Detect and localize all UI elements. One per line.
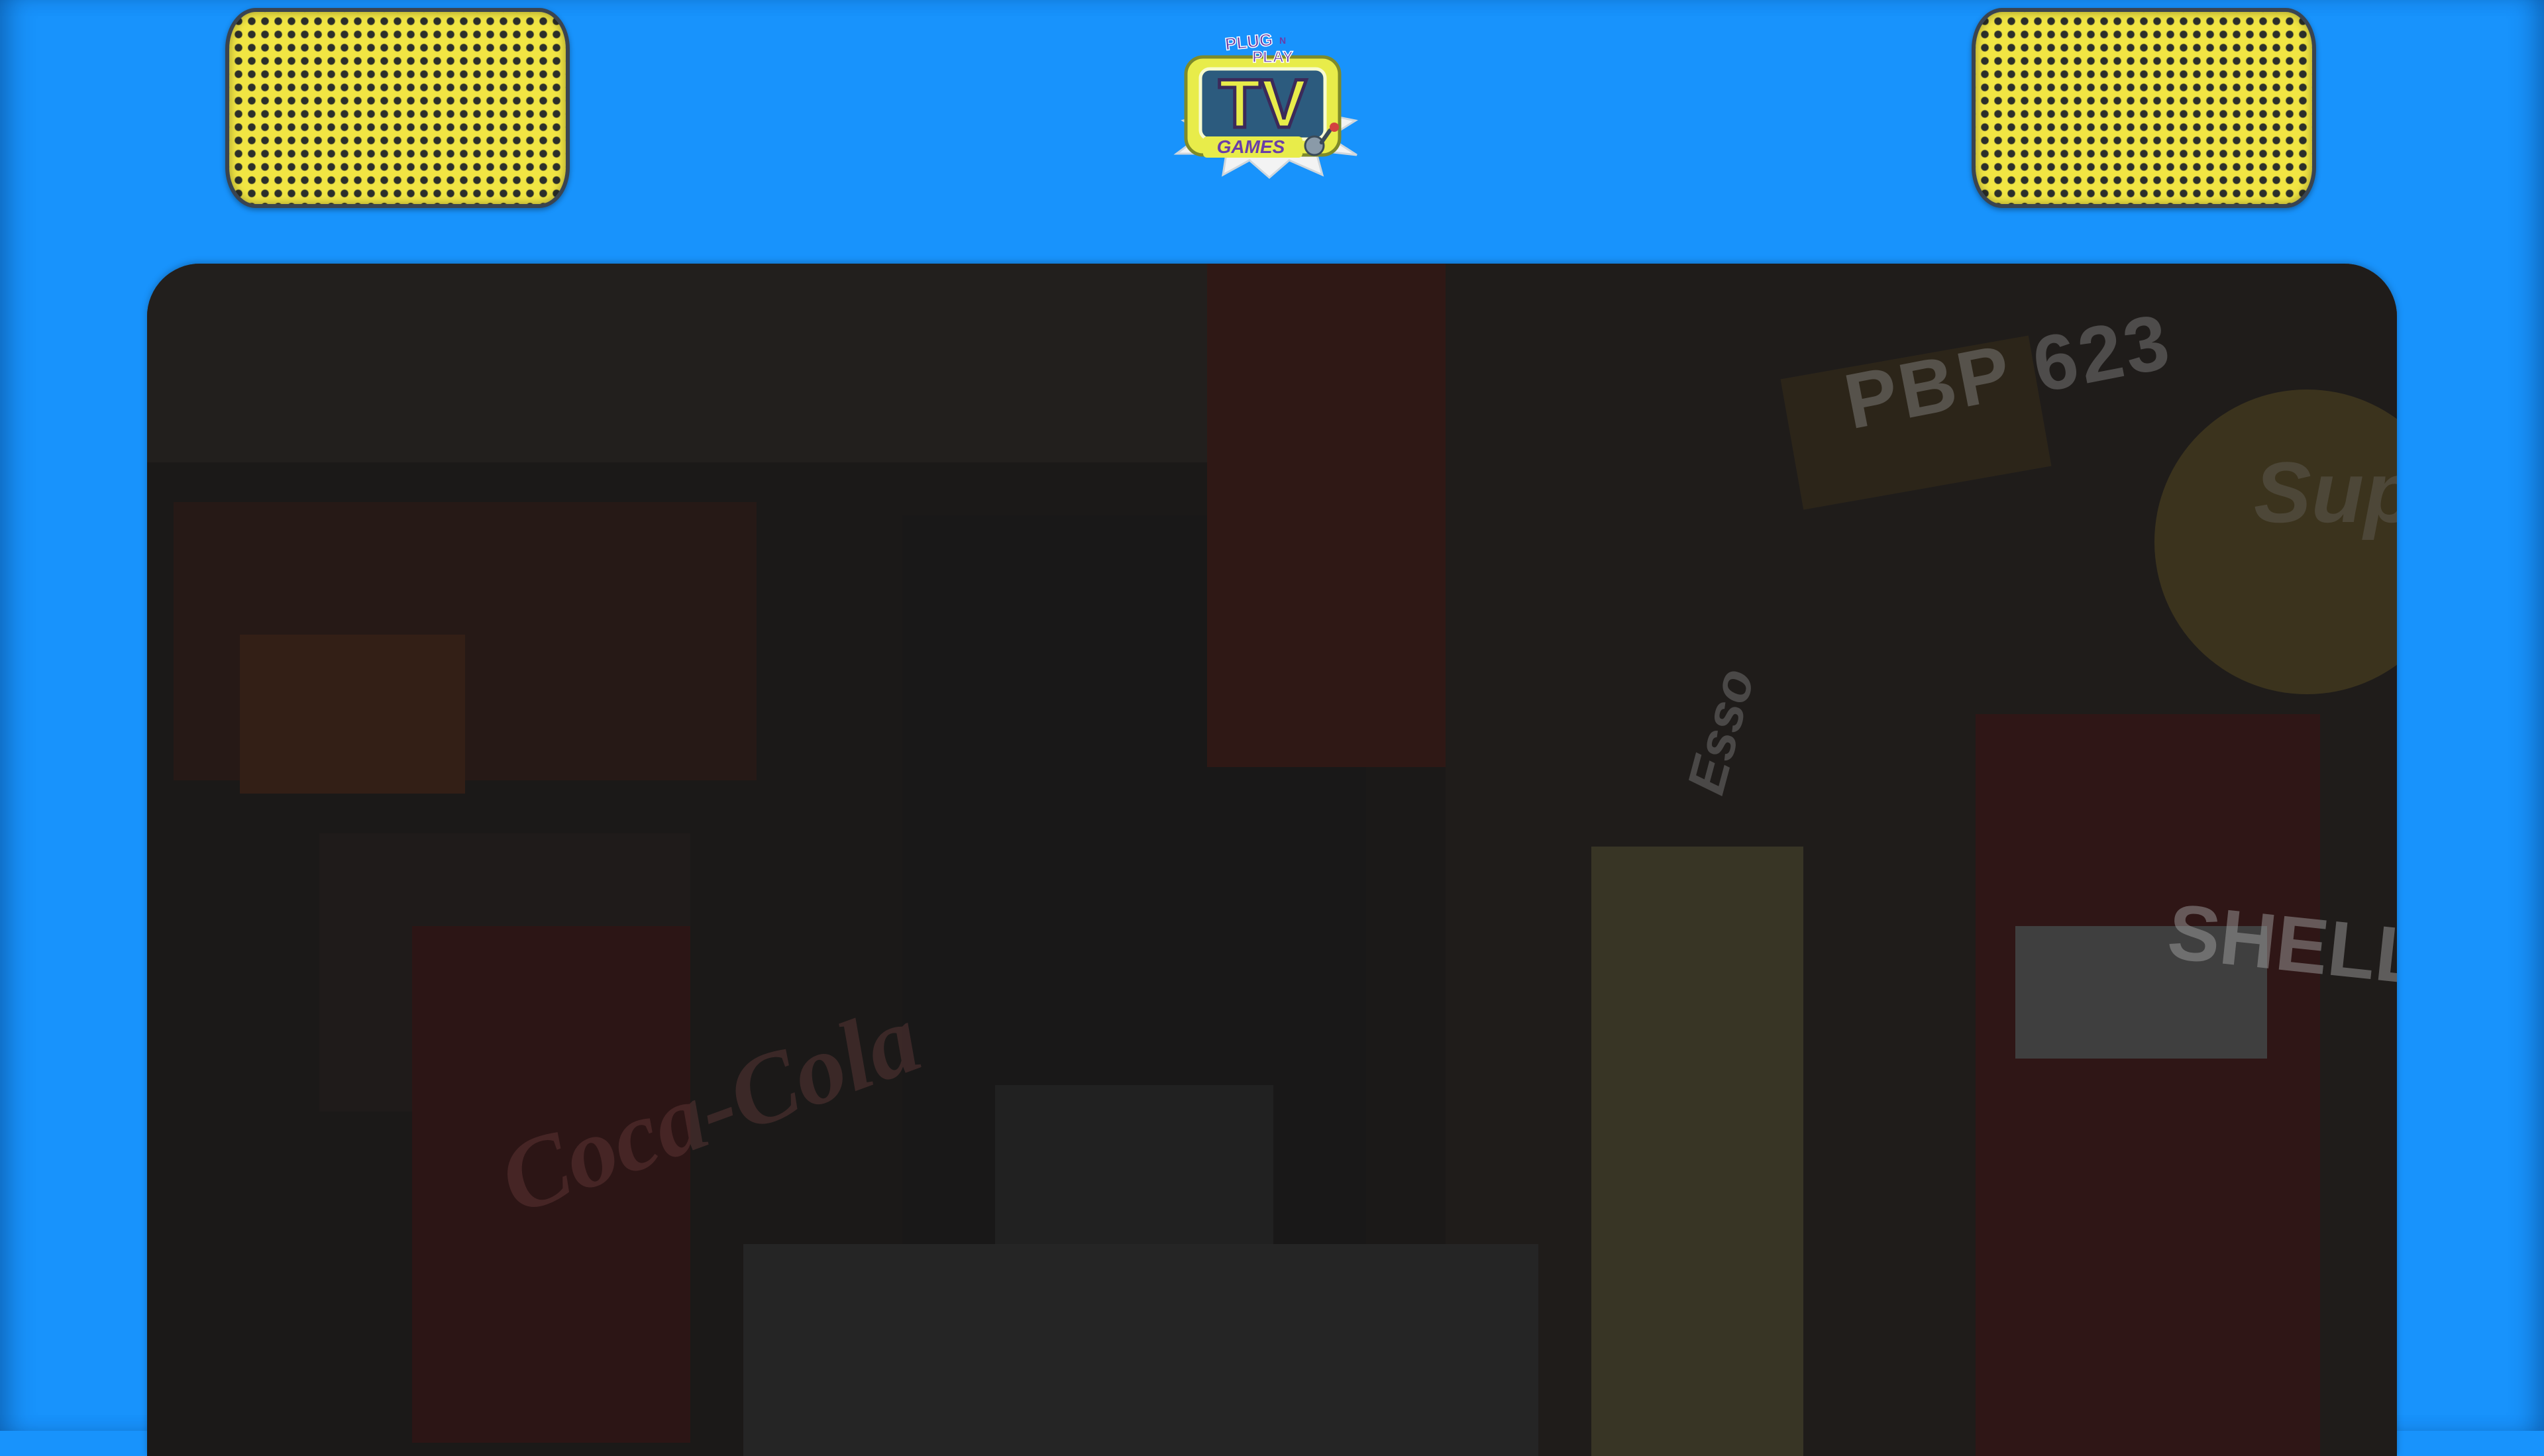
logo-play-text: PLAY	[1252, 48, 1293, 66]
screen-dim-overlay	[147, 264, 2397, 1456]
plug-n-play-tv-games-logo: TV PLUG N PLAY GAMES	[1163, 28, 1367, 179]
right-speaker-grille-icon	[1972, 8, 2316, 208]
logo-n-text: N	[1279, 35, 1286, 46]
left-speaker-grille-icon	[225, 8, 570, 208]
tv-logo-icon: TV PLUG N PLAY GAMES	[1173, 29, 1358, 179]
logo-main-text: TV	[1219, 66, 1307, 142]
game-screen[interactable]: PBP 623 SHELL Coca-Cola Esso Super SHELL	[147, 264, 2397, 1456]
logo-games-text: GAMES	[1217, 136, 1285, 157]
